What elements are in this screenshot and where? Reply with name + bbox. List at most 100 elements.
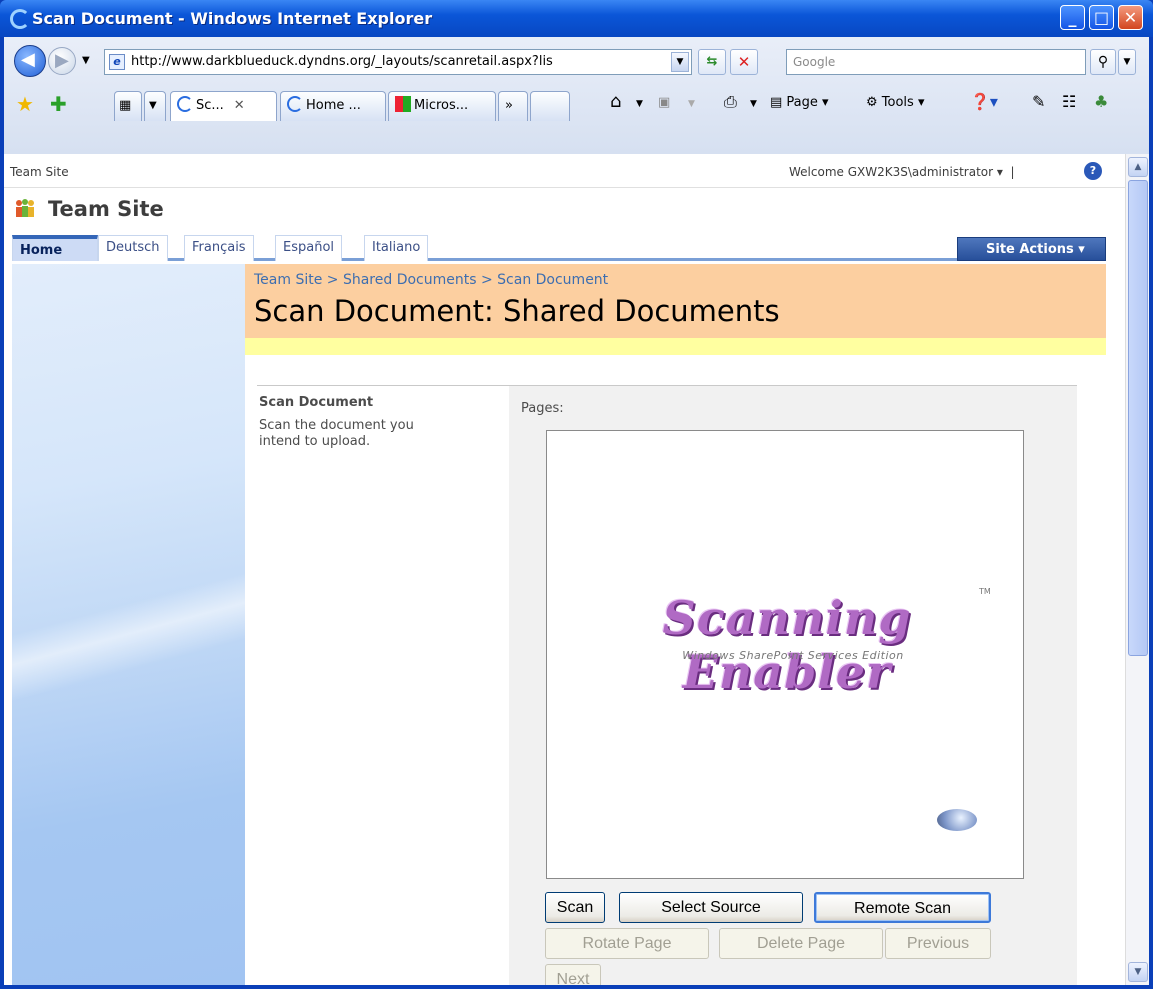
feeds-icon[interactable]: ▣ bbox=[658, 95, 670, 110]
nav-espanol[interactable]: Español bbox=[275, 235, 343, 261]
home-dropdown-icon[interactable]: ▼ bbox=[636, 99, 643, 109]
nav-italiano[interactable]: Italiano bbox=[364, 235, 429, 261]
tab-scan-document[interactable]: Sc... ✕ bbox=[170, 91, 277, 121]
add-favorites-icon[interactable]: ✚ bbox=[50, 92, 67, 116]
refresh-button[interactable]: ⇆ bbox=[698, 49, 726, 75]
left-navigation-panel bbox=[12, 264, 245, 985]
refresh-icon: ⇆ bbox=[706, 54, 718, 69]
title-divider-bar bbox=[245, 338, 1106, 355]
page-menu-label: Page bbox=[786, 95, 818, 110]
browser-window: Scan Document - Windows Internet Explore… bbox=[0, 0, 1153, 989]
tab-overflow-icon: » bbox=[505, 98, 513, 113]
print-dropdown-icon[interactable]: ▼ bbox=[750, 99, 757, 109]
help-menu-icon[interactable]: ❓▾ bbox=[970, 92, 998, 111]
page-title-area: Team Site > Shared Documents > Scan Docu… bbox=[245, 264, 1106, 338]
welcome-menu[interactable]: Welcome GXW2K3S\administrator ▾ | bbox=[789, 165, 1015, 179]
scroll-down-icon[interactable]: ▼ bbox=[1128, 962, 1148, 982]
minimize-icon: _ bbox=[1068, 8, 1077, 27]
scan-button[interactable]: Scan bbox=[545, 892, 605, 923]
minimize-button[interactable]: _ bbox=[1060, 5, 1085, 30]
global-bar: Team Site Welcome GXW2K3S\administrator … bbox=[4, 154, 1125, 188]
tab-row: ★ ✚ ▦ ▼ Sc... ✕ Home ... Micros... » ⌂ ▼ … bbox=[4, 81, 1149, 121]
maximize-icon: □ bbox=[1093, 8, 1110, 27]
stop-button[interactable]: ✕ bbox=[730, 49, 758, 75]
forward-arrow-icon: ▶ bbox=[55, 50, 69, 71]
delete-page-button[interactable]: Delete Page bbox=[719, 928, 883, 959]
remote-scan-button[interactable]: Remote Scan bbox=[814, 892, 991, 923]
tab-label: Micros... bbox=[414, 98, 469, 113]
nav-home[interactable]: Home bbox=[12, 235, 98, 261]
address-bar[interactable]: e http://www.darkblueduck.dyndns.org/_la… bbox=[104, 49, 692, 75]
section-title: Scan Document bbox=[259, 395, 374, 410]
messenger-icon[interactable]: ☷ bbox=[1062, 92, 1076, 111]
previous-button[interactable]: Previous bbox=[885, 928, 991, 959]
home-icon[interactable]: ⌂ bbox=[610, 91, 621, 112]
select-source-button[interactable]: Select Source bbox=[619, 892, 803, 923]
scanning-enabler-subtitle: Windows SharePoint Services Edition bbox=[682, 649, 904, 662]
tab-microsoft[interactable]: Micros... bbox=[388, 91, 496, 121]
tab-list-dropdown[interactable]: ▼ bbox=[144, 91, 166, 121]
page-menu[interactable]: ▤ Page ▾ bbox=[770, 95, 829, 110]
quick-tabs-icon: ▦ bbox=[119, 98, 132, 113]
search-input[interactable]: Google bbox=[786, 49, 1086, 75]
site-header: Team Site bbox=[4, 188, 960, 230]
window-title: Scan Document - Windows Internet Explore… bbox=[32, 9, 433, 28]
search-options-dropdown[interactable]: ▼ bbox=[1118, 49, 1136, 75]
tab-overflow-button[interactable]: » bbox=[498, 91, 528, 121]
trademark-mark: TM bbox=[979, 587, 991, 596]
microsoft-tab-icon bbox=[395, 96, 411, 112]
page-content: Team Site Welcome GXW2K3S\administrator … bbox=[4, 154, 1125, 985]
page-icon: ▤ bbox=[770, 95, 787, 110]
scan-panel: Pages: Scanning Enabler Windows SharePoi… bbox=[509, 386, 1077, 985]
close-button[interactable]: ✕ bbox=[1118, 5, 1143, 30]
site-actions-label: Site Actions bbox=[986, 242, 1074, 257]
close-tab-icon[interactable]: ✕ bbox=[234, 98, 245, 113]
page-icon: e bbox=[109, 54, 125, 70]
search-icon: ⚲ bbox=[1097, 54, 1109, 70]
site-name[interactable]: Team Site bbox=[48, 197, 164, 221]
section-description: Scan Document Scan the document you inte… bbox=[259, 395, 499, 450]
search-button[interactable]: ⚲ bbox=[1090, 49, 1116, 75]
site-actions-menu[interactable]: Site Actions ▾ bbox=[957, 237, 1106, 261]
breadcrumb[interactable]: Team Site > Shared Documents > Scan Docu… bbox=[254, 272, 608, 288]
favorites-star-icon[interactable]: ★ bbox=[16, 92, 34, 116]
gear-icon: ⚙ bbox=[866, 95, 882, 110]
tools-menu[interactable]: ⚙ Tools ▾ bbox=[866, 95, 925, 110]
back-arrow-icon: ◀ bbox=[21, 49, 35, 70]
rotate-page-button[interactable]: Rotate Page bbox=[545, 928, 709, 959]
next-button[interactable]: Next bbox=[545, 964, 601, 985]
address-url[interactable]: http://www.darkblueduck.dyndns.org/_layo… bbox=[131, 54, 664, 69]
research-icon[interactable]: ✎ bbox=[1032, 92, 1045, 111]
title-bar: Scan Document - Windows Internet Explore… bbox=[0, 0, 1153, 37]
help-icon[interactable]: ? bbox=[1084, 162, 1102, 180]
decorative-sweep bbox=[12, 564, 245, 704]
ie-tab-icon bbox=[287, 96, 303, 112]
scan-preview: Scanning Enabler Windows SharePoint Serv… bbox=[546, 430, 1024, 879]
chevron-down-icon: ▼ bbox=[149, 100, 157, 111]
forward-button[interactable]: ▶ bbox=[48, 47, 76, 75]
global-site-link[interactable]: Team Site bbox=[10, 165, 69, 179]
nav-deutsch[interactable]: Deutsch bbox=[98, 235, 168, 261]
history-dropdown-icon[interactable]: ▼ bbox=[82, 55, 90, 66]
tab-label: Sc... bbox=[196, 98, 224, 113]
section-desc: Scan the document you intend to upload. bbox=[259, 418, 414, 449]
print-icon[interactable]: ⎙ bbox=[724, 92, 737, 112]
scroll-thumb[interactable] bbox=[1128, 180, 1148, 656]
search-placeholder: Google bbox=[793, 55, 836, 69]
tab-home[interactable]: Home ... bbox=[280, 91, 386, 121]
pages-label: Pages: bbox=[521, 401, 564, 416]
welcome-text: Welcome GXW2K3S\administrator bbox=[789, 165, 994, 179]
page-title: Scan Document: Shared Documents bbox=[254, 294, 780, 328]
vertical-scrollbar[interactable]: ▲ ▼ bbox=[1125, 154, 1149, 985]
quick-tabs-button[interactable]: ▦ bbox=[114, 91, 142, 121]
scroll-up-icon[interactable]: ▲ bbox=[1128, 157, 1148, 177]
main-form-area: Scan Document Scan the document you inte… bbox=[245, 355, 1106, 985]
back-button[interactable]: ◀ bbox=[14, 45, 46, 77]
nav-francais[interactable]: Français bbox=[184, 235, 254, 261]
address-dropdown-icon[interactable]: ▼ bbox=[671, 52, 689, 72]
maximize-button[interactable]: □ bbox=[1089, 5, 1114, 30]
ie-logo-icon bbox=[10, 9, 30, 29]
new-tab-button[interactable] bbox=[530, 91, 570, 121]
extra-tool-icon[interactable]: ♣ bbox=[1094, 92, 1108, 111]
feeds-dropdown-icon: ▼ bbox=[688, 99, 695, 109]
